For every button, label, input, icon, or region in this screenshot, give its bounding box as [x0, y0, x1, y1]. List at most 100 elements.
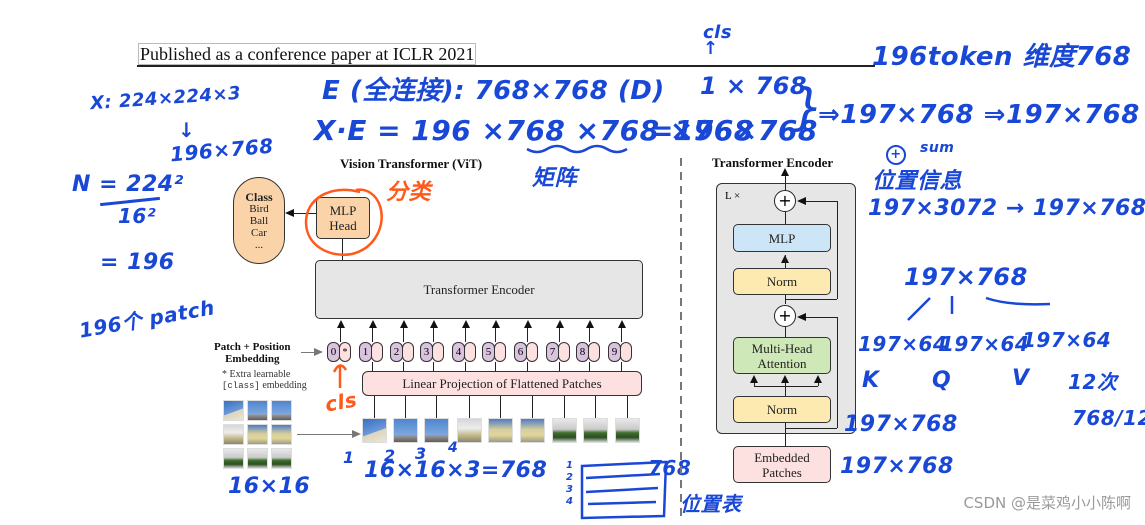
patch-embedding — [620, 342, 632, 362]
image-patch — [583, 418, 608, 443]
encoder-detail-title: Transformer Encoder — [712, 155, 834, 170]
annotation-patch-num-1: 1 — [343, 448, 355, 467]
paper-header: Published as a conference paper at ICLR … — [138, 43, 477, 65]
plus-symbol: + — [778, 306, 792, 325]
annotation-n-patches: 196个 patch — [77, 295, 217, 343]
patch-to-projection-line — [374, 396, 376, 418]
projection-to-token-line — [465, 362, 467, 371]
token-arrow-icon — [492, 320, 500, 328]
header-rule — [137, 65, 875, 67]
patch-embedding — [432, 342, 444, 362]
plus-symbol: + — [778, 191, 792, 210]
separator-dash — [680, 326, 682, 334]
patch-to-projection-line — [564, 396, 566, 418]
mha-line1: Multi-Head — [751, 340, 813, 356]
norm-to-mlp-line — [785, 255, 787, 268]
separator-dash — [680, 354, 682, 362]
annotation-n-result: = 196 — [100, 250, 175, 275]
annotation-pos-table-rows: 1 2 3 4 — [566, 460, 573, 508]
separator-dash — [680, 256, 682, 264]
repeat-label: L × — [725, 190, 741, 202]
annotation-embed-dim: 197×768 — [840, 454, 954, 479]
class-item: Car — [251, 226, 267, 239]
annotation-head-dim: 768/12 — [1072, 406, 1145, 430]
csdn-watermark: CSDN @是菜鸡小小陈啊 — [963, 494, 1131, 512]
image-patch — [393, 418, 418, 443]
annotation-cls-bottom: cls — [323, 387, 359, 417]
projection-to-token-line — [372, 362, 374, 371]
annotation-qkv-source: 197×768 — [904, 263, 1028, 291]
separator-dash — [680, 340, 682, 348]
residual-path-bottom-top — [805, 317, 837, 319]
projection-to-token-line — [433, 362, 435, 371]
annotation-qkv-shape-v: 197×64 — [1022, 328, 1112, 352]
n-formula-numerator: N = 224² — [72, 172, 184, 197]
token-arrow-icon — [586, 320, 594, 328]
embedding-label-line1: Patch + Position — [214, 341, 291, 353]
residual-path-top-h — [785, 299, 837, 301]
token-arrow-icon — [618, 320, 626, 328]
separator-dash — [680, 172, 682, 180]
token-arrow-icon — [337, 320, 345, 328]
annotation-sum-mark: + — [886, 145, 906, 165]
annotation-concat-result: ⇒197×768 ⇒197×768 — [818, 100, 1140, 130]
separator-dash — [680, 158, 682, 166]
annotation-label-v: V — [1012, 366, 1030, 391]
linear-projection-block: Linear Projection of Flattened Patches — [362, 371, 642, 396]
mlp-block: MLP — [733, 224, 831, 252]
patch-to-projection-line — [500, 396, 502, 418]
patch-embedding — [588, 342, 600, 362]
separator-dash — [680, 312, 682, 320]
grid-patch — [271, 448, 292, 469]
grid-patch — [223, 424, 244, 445]
grid-to-patches-line — [297, 434, 353, 436]
annotation-matrix: 矩阵 — [532, 166, 578, 191]
value-arrow — [814, 375, 822, 383]
vit-title: Vision Transformer (ViT) — [340, 156, 483, 171]
projection-to-token-line — [495, 362, 497, 371]
annotation-sum-label: sum — [920, 140, 955, 156]
separator-dash — [680, 284, 682, 292]
embedding-token: 4 — [452, 342, 476, 362]
separator-dash — [680, 410, 682, 418]
residual-add-bottom: + — [774, 305, 796, 327]
image-patch — [424, 418, 449, 443]
patch-embedding — [558, 342, 570, 362]
row-num: 1 — [566, 460, 574, 471]
separator-dash — [680, 480, 682, 488]
grid-to-patches-arrow — [352, 430, 361, 438]
embedding-pointer-arrow — [314, 348, 323, 356]
separator-dash — [680, 214, 682, 222]
residual-arrow-bottom — [797, 313, 806, 321]
qkv-split-strokes — [907, 296, 1051, 321]
embedding-label-line2: Embedding — [225, 353, 280, 365]
separator-dash — [680, 452, 682, 460]
embedding-token: 8 — [576, 342, 600, 362]
embedding-token: 0 * — [327, 342, 351, 362]
annotation-patch-size: 16×16×3=768 — [364, 458, 548, 483]
orange-arrow-annotation — [332, 364, 348, 388]
class-title: Class — [245, 189, 273, 204]
separator-dash — [680, 228, 682, 236]
token-arrow-icon — [430, 320, 438, 328]
image-patch — [488, 418, 513, 443]
footnote-mono: [class] — [222, 381, 260, 391]
separator-dash — [680, 424, 682, 432]
embedding-token: 5 — [482, 342, 506, 362]
transformer-encoder-block: Transformer Encoder — [315, 260, 643, 319]
class-output-box: Class Bird Ball Car ... — [233, 177, 285, 264]
encoder-output-arrow — [781, 168, 789, 176]
class-item: ... — [254, 238, 264, 251]
projection-to-token-line — [559, 362, 561, 371]
residual-path-top-top — [805, 201, 837, 203]
row-num: 2 — [566, 472, 574, 483]
residual-path-bottom-h — [785, 428, 837, 430]
image-patch — [520, 418, 545, 443]
annotation-x-shape: X: 224×224×3 — [89, 82, 242, 115]
separator-dash — [680, 200, 682, 208]
patch-to-projection-line — [405, 396, 407, 418]
annotation-norm-dim: 197×768 — [844, 412, 958, 437]
norm-block-bottom: Norm — [733, 396, 831, 423]
footnote-line1: * Extra learnable — [222, 369, 291, 380]
embedding-token: 7 — [546, 342, 570, 362]
